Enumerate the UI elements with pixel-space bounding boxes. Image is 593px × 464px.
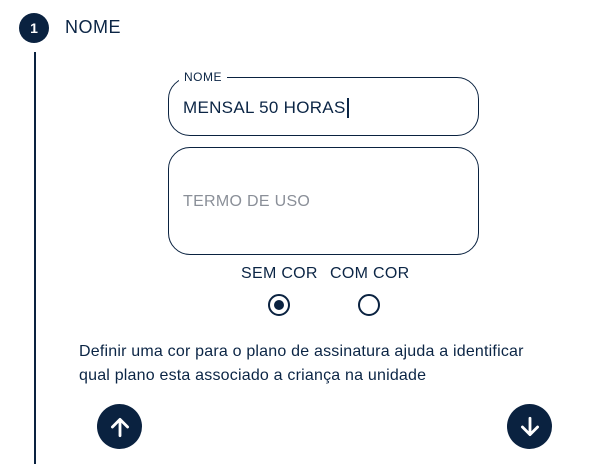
nome-field[interactable]: NOME MENSAL 50 HORAS [168, 70, 479, 136]
termo-de-uso-field[interactable]: TERMO DE USO [168, 147, 479, 255]
step-number: 1 [30, 20, 38, 36]
step-title: NOME [65, 17, 121, 37]
arrow-down-icon [520, 416, 539, 436]
termo-de-uso-placeholder: TERMO DE USO [183, 193, 311, 210]
sem-cor-label: SEM COR [241, 265, 318, 282]
arrow-up-icon [110, 417, 129, 437]
com-cor-label: COM COR [330, 265, 410, 282]
nome-input[interactable]: MENSAL 50 HORAS [183, 98, 349, 118]
color-help-text: Definir uma cor para o plano de assinatu… [79, 343, 524, 384]
move-down-button[interactable] [507, 404, 552, 449]
move-up-button[interactable] [97, 404, 142, 449]
nome-field-label: NOME [179, 70, 227, 84]
sem-cor-radio[interactable] [268, 294, 290, 316]
radio-selected-dot [274, 300, 284, 310]
step-number-badge: 1 [19, 13, 49, 43]
com-cor-radio[interactable] [358, 294, 380, 316]
step-connector-line [34, 52, 36, 464]
